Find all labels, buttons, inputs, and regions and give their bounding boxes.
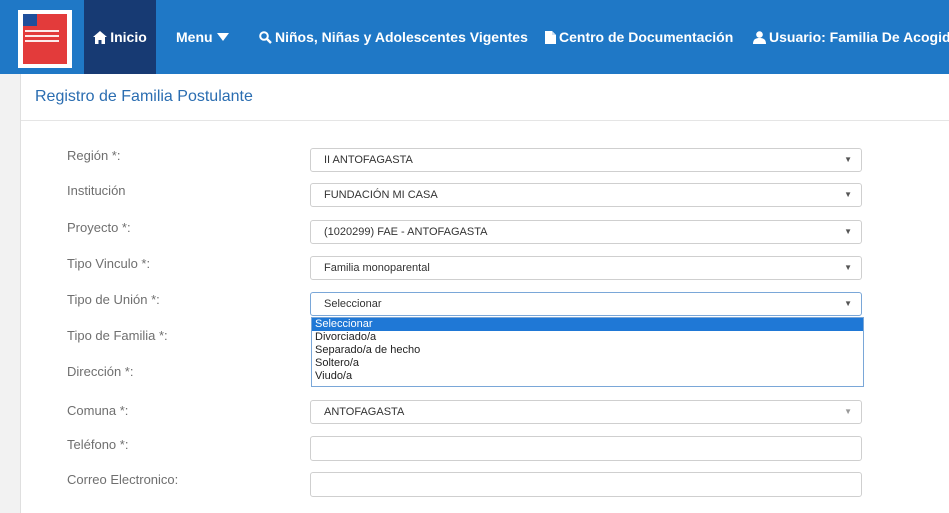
chevron-down-icon: ▼ <box>844 190 852 199</box>
nav-documentacion[interactable]: Centro de Documentación <box>545 0 733 74</box>
title-divider <box>21 120 949 121</box>
proyecto-select[interactable]: (1020299) FAE - ANTOFAGASTA ▼ <box>310 220 862 244</box>
comuna-label: Comuna *: <box>67 403 129 418</box>
correo-label: Correo Electronico: <box>67 472 179 487</box>
comuna-select-value: ANTOFAGASTA <box>324 406 405 418</box>
chevron-down-icon: ▼ <box>844 263 852 272</box>
dropdown-option[interactable]: Divorciado/a <box>312 331 863 344</box>
user-icon <box>753 30 766 44</box>
comuna-select[interactable]: ANTOFAGASTA ▼ <box>310 400 862 424</box>
institucion-select-value: FUNDACIÓN MI CASA <box>324 189 438 201</box>
dropdown-option[interactable]: Separado/a de hecho <box>312 344 863 357</box>
tipo-union-label: Tipo de Unión *: <box>67 292 160 307</box>
chevron-down-icon: ▼ <box>844 299 852 308</box>
proyecto-select-value: (1020299) FAE - ANTOFAGASTA <box>324 226 488 238</box>
tipo-vinculo-label: Tipo Vinculo *: <box>67 256 151 271</box>
tipo-vinculo-select[interactable]: Familia monoparental ▼ <box>310 256 862 280</box>
tipo-union-dropdown[interactable]: Seleccionar Divorciado/a Separado/a de h… <box>311 317 864 387</box>
caret-down-icon <box>216 33 229 41</box>
direccion-label: Dirección *: <box>67 364 134 379</box>
nav-menu[interactable]: Menu <box>176 0 232 74</box>
tipo-familia-label: Tipo de Familia *: <box>67 328 168 343</box>
tipo-vinculo-select-value: Familia monoparental <box>324 262 430 274</box>
telefono-label: Teléfono *: <box>67 437 129 452</box>
nav-documentacion-label: Centro de Documentación <box>559 29 734 45</box>
document-icon <box>545 30 556 44</box>
nav-inicio[interactable]: Inicio <box>84 0 156 74</box>
chevron-down-icon: ▼ <box>844 155 852 164</box>
nav-inicio-label: Inicio <box>110 29 147 45</box>
page-title: Registro de Familia Postulante <box>35 88 253 105</box>
correo-input[interactable] <box>310 472 862 497</box>
nav-menu-label: Menu <box>176 29 213 45</box>
dropdown-option[interactable]: Seleccionar <box>312 318 863 331</box>
tipo-union-select[interactable]: Seleccionar ▼ <box>310 292 862 316</box>
dropdown-option[interactable]: Viudo/a <box>312 370 863 383</box>
tipo-union-select-value: Seleccionar <box>324 298 382 310</box>
top-navbar: Inicio Menu Niños, Niñas y Adolescentes … <box>0 0 949 74</box>
home-icon <box>93 30 108 44</box>
government-logo[interactable] <box>18 10 72 68</box>
search-icon <box>259 30 272 44</box>
region-label: Región *: <box>67 148 121 163</box>
nav-usuario[interactable]: Usuario: Familia De Acogida <box>753 0 949 74</box>
chevron-down-icon: ▼ <box>844 227 852 236</box>
region-select-value: II ANTOFAGASTA <box>324 154 413 166</box>
nav-ninos-label: Niños, Niñas y Adolescentes Vigentes <box>275 29 528 45</box>
telefono-input[interactable] <box>310 436 862 461</box>
main-content: Registro de Familia Postulante Región *:… <box>20 74 949 513</box>
nav-usuario-label: Usuario: Familia De Acogida <box>769 29 949 45</box>
nav-ninos[interactable]: Niños, Niñas y Adolescentes Vigentes <box>259 0 528 74</box>
institucion-label: Institución <box>67 183 126 198</box>
dropdown-option[interactable]: Soltero/a <box>312 357 863 370</box>
chevron-down-icon: ▼ <box>844 407 852 416</box>
institucion-select[interactable]: FUNDACIÓN MI CASA ▼ <box>310 183 862 207</box>
proyecto-label: Proyecto *: <box>67 220 131 235</box>
region-select[interactable]: II ANTOFAGASTA ▼ <box>310 148 862 172</box>
